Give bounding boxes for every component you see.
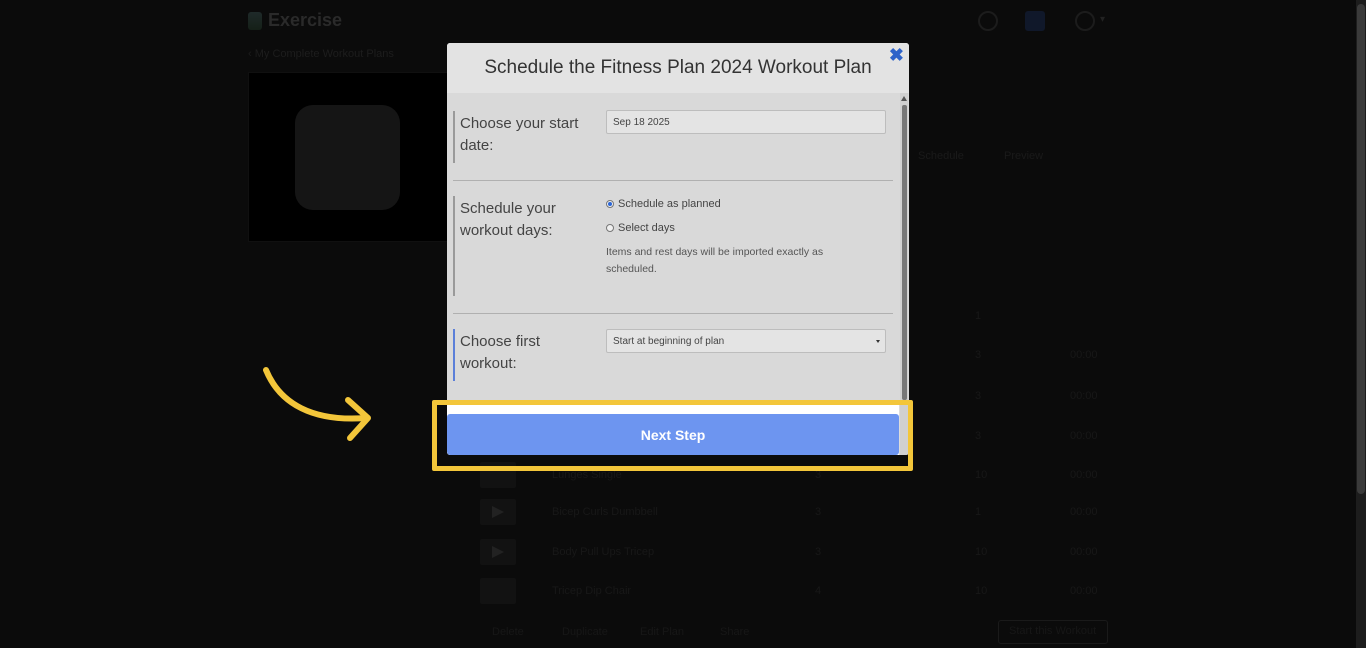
row-time: 00:00 xyxy=(1070,469,1098,481)
chevron-down-icon[interactable]: ▾ xyxy=(1100,14,1105,25)
row-reps: 10 xyxy=(975,585,988,597)
help-circle-icon[interactable] xyxy=(978,11,998,31)
row-name: Body Pull Ups Tricep xyxy=(552,546,655,558)
row-time: 00:00 xyxy=(1070,546,1098,558)
app-title: Exercise xyxy=(268,10,343,30)
start-workout-button[interactable]: Start this Workout xyxy=(998,620,1108,644)
row-sets: 3 xyxy=(815,546,822,558)
row-time: 00:00 xyxy=(1070,390,1098,402)
radio-label: Select days xyxy=(618,222,675,234)
schedule-plan-modal: Schedule the Fitness Plan 2024 Workout P… xyxy=(447,43,909,455)
duplicate-link[interactable]: Duplicate xyxy=(562,626,608,638)
modal-body: Choose your start date: Sep 18 2025 Sche… xyxy=(447,93,909,405)
row-sets: 3 xyxy=(975,390,982,402)
video-thumbnail[interactable] xyxy=(480,499,516,525)
share-link[interactable]: Share xyxy=(720,626,749,638)
modal-header: Schedule the Fitness Plan 2024 Workout P… xyxy=(447,43,909,93)
row-sets: 3 xyxy=(815,469,822,481)
next-step-button[interactable]: Next Step xyxy=(447,414,899,455)
radio-button[interactable] xyxy=(606,224,614,232)
play-icon xyxy=(492,546,504,558)
edit-plan-link[interactable]: Edit Plan xyxy=(640,626,684,638)
row-time: 00:00 xyxy=(1070,506,1098,518)
close-icon[interactable]: ✖ xyxy=(889,45,904,66)
row-time: 00:00 xyxy=(1070,349,1098,361)
row-name: Bicep Curls Dumbbell xyxy=(552,506,658,518)
user-avatar-icon[interactable] xyxy=(1075,11,1095,31)
row-sets: 3 xyxy=(975,349,982,361)
row-reps: 1 xyxy=(975,506,982,518)
row-sets: 3 xyxy=(815,506,822,518)
modal-footer: Next Step xyxy=(447,405,899,455)
page-scrollbar-thumb[interactable] xyxy=(1357,4,1365,494)
modal-scrollbar[interactable] xyxy=(900,93,908,455)
row-sets: 4 xyxy=(815,585,822,597)
modal-title: Schedule the Fitness Plan 2024 Workout P… xyxy=(484,57,872,78)
top-bar: Exercise ▾ xyxy=(0,0,1356,42)
start-workout-label: Start this Workout xyxy=(1009,625,1097,637)
message-icon[interactable] xyxy=(1025,11,1045,31)
section-divider xyxy=(453,180,893,181)
app-brand[interactable]: Exercise xyxy=(248,10,342,31)
row-reps: 10 xyxy=(975,546,988,558)
radio-select-days[interactable]: Select days xyxy=(606,222,675,234)
plan-image xyxy=(248,72,450,242)
video-thumbnail[interactable] xyxy=(480,539,516,565)
exercise-thumbnail[interactable] xyxy=(480,578,516,604)
row-time: 00:00 xyxy=(1070,430,1098,442)
scroll-up-arrow-icon[interactable] xyxy=(901,96,907,101)
row-time: 00:00 xyxy=(1070,585,1098,597)
table-row[interactable]: Tricep Dip Chair 4 10 00:00 xyxy=(480,578,1100,606)
start-date-input[interactable]: Sep 18 2025 xyxy=(606,110,886,134)
delete-link[interactable]: Delete xyxy=(492,626,524,638)
help-text: Items and rest days will be imported exa… xyxy=(606,246,824,275)
plan-logo-icon xyxy=(295,105,400,210)
back-link[interactable]: ‹ My Complete Workout Plans xyxy=(248,48,394,60)
start-date-label: Choose your start date: xyxy=(460,115,579,154)
workout-days-label: Schedule your workout days: xyxy=(460,200,556,239)
section-accent-active xyxy=(453,329,455,381)
play-icon xyxy=(492,506,504,518)
row-name: Tricep Dip Chair xyxy=(552,585,632,597)
radio-schedule-as-planned[interactable]: Schedule as planned xyxy=(606,198,721,210)
dropdown-caret-icon xyxy=(876,340,880,343)
row-name: Lunges Single xyxy=(552,469,622,481)
section-accent xyxy=(453,196,455,296)
radio-button-checked[interactable] xyxy=(606,200,614,208)
row-sets: 3 xyxy=(975,430,982,442)
annotation-arrow-icon xyxy=(263,367,371,441)
app-logo-icon xyxy=(248,11,262,30)
tab-schedule[interactable]: Schedule xyxy=(918,150,964,162)
table-row[interactable]: Bicep Curls Dumbbell 3 1 00:00 xyxy=(480,499,1100,527)
radio-label: Schedule as planned xyxy=(618,198,721,210)
row-sets: 1 xyxy=(975,310,982,322)
table-row[interactable]: Body Pull Ups Tricep 3 10 00:00 xyxy=(480,539,1100,567)
row-reps: 10 xyxy=(975,469,988,481)
first-workout-label: Choose first workout: xyxy=(460,333,541,372)
section-accent xyxy=(453,111,455,163)
section-divider xyxy=(453,313,893,314)
modal-scrollbar-thumb[interactable] xyxy=(902,105,907,400)
table-row[interactable]: Lunges Single 3 10 00:00 xyxy=(480,462,1100,490)
tab-preview[interactable]: Preview xyxy=(1004,150,1043,162)
page-scrollbar[interactable] xyxy=(1356,0,1366,648)
first-workout-select[interactable]: Start at beginning of plan xyxy=(606,329,886,353)
first-workout-value: Start at beginning of plan xyxy=(613,336,725,347)
exercise-thumbnail[interactable] xyxy=(480,462,516,488)
